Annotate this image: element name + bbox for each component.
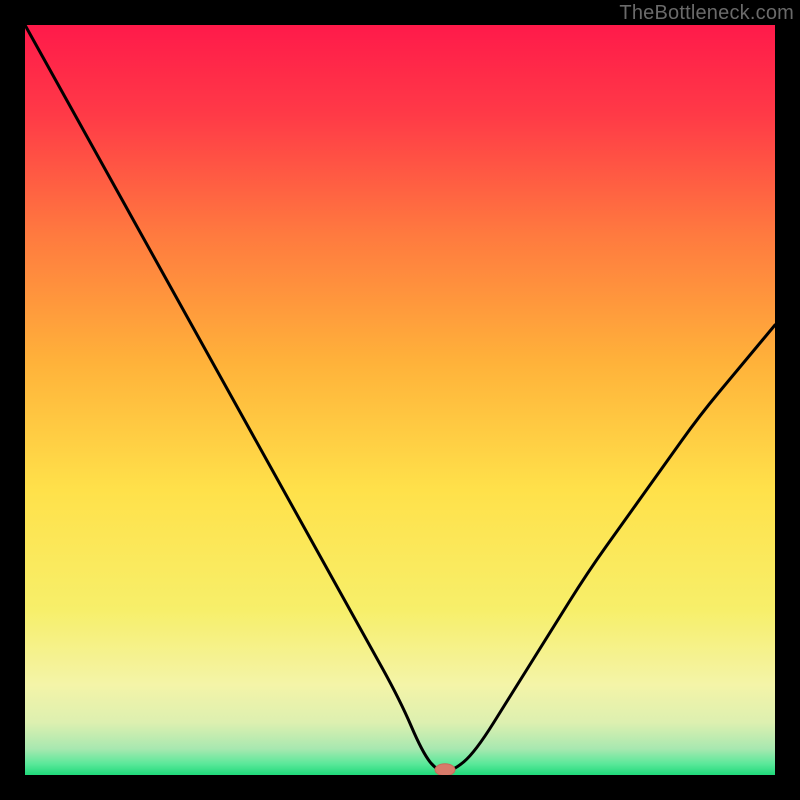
minimum-marker — [435, 764, 455, 775]
chart-svg — [25, 25, 775, 775]
chart-frame: TheBottleneck.com — [0, 0, 800, 800]
watermark-text: TheBottleneck.com — [619, 2, 794, 25]
plot-area — [25, 25, 775, 775]
gradient-background — [25, 25, 775, 775]
